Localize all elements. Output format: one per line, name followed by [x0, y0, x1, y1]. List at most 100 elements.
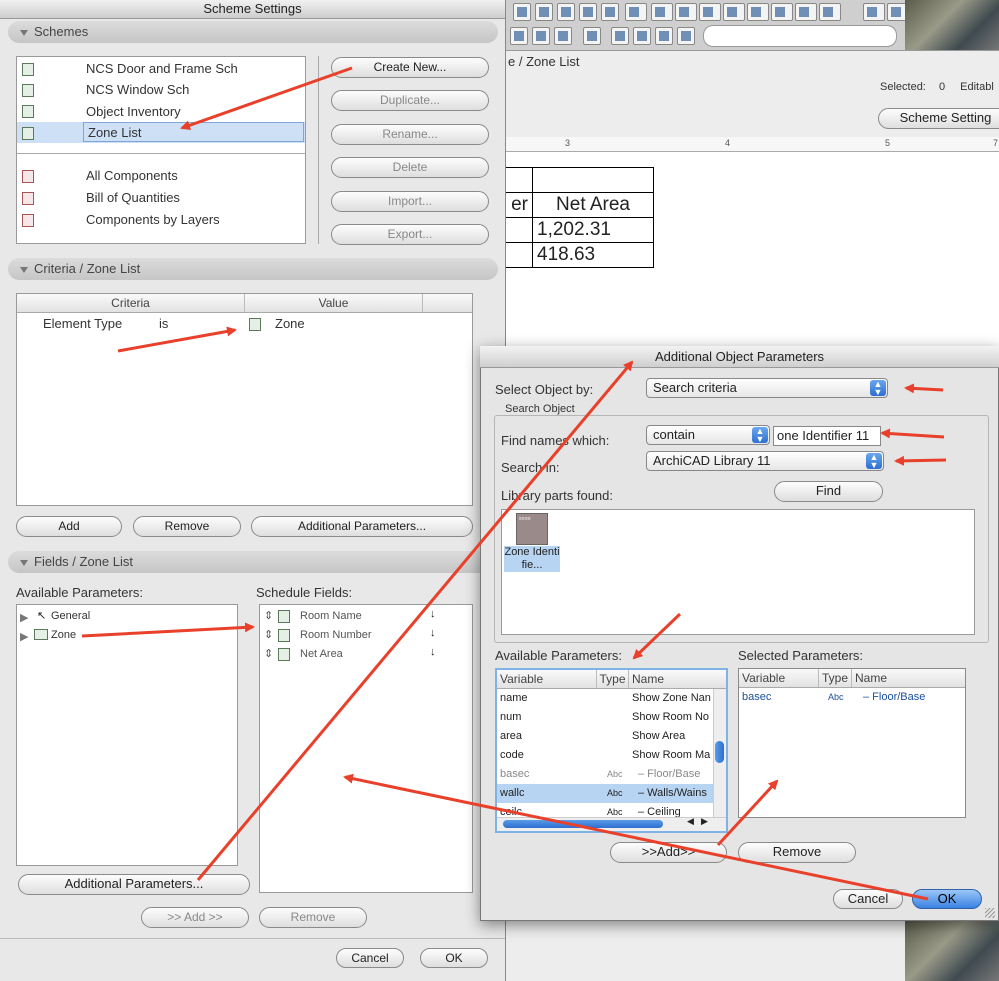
- aop-cancel-button[interactable]: Cancel: [833, 889, 903, 909]
- variable-column-header[interactable]: Variable: [739, 669, 819, 687]
- scroll-thumb[interactable]: [715, 741, 724, 763]
- import-button[interactable]: Import...: [331, 191, 489, 212]
- sort-icon[interactable]: ↓: [430, 608, 436, 620]
- schedule-field[interactable]: Net Area: [300, 644, 343, 664]
- find-mode-popup[interactable]: contain ▲ ▼: [646, 425, 770, 445]
- tool-window-icon[interactable]: [625, 3, 647, 21]
- delete-button[interactable]: Delete: [331, 157, 489, 178]
- tool-render-icon[interactable]: [655, 27, 673, 45]
- tool-stair-icon[interactable]: [601, 3, 619, 21]
- variable-column-header[interactable]: Variable: [497, 670, 597, 688]
- parameter-row[interactable]: area Show Area: [497, 727, 726, 746]
- name-column-header[interactable]: Name: [852, 669, 965, 687]
- scheme-settings-button[interactable]: Scheme Setting: [878, 108, 999, 129]
- criteria-element[interactable]: Element Type: [43, 314, 122, 334]
- tool-photo-icon[interactable]: [633, 27, 651, 45]
- criteria-column-header[interactable]: Criteria: [17, 294, 245, 312]
- schedule-field[interactable]: Room Number: [300, 625, 372, 645]
- criteria-operator[interactable]: is: [159, 314, 168, 334]
- criteria-remove-button[interactable]: Remove: [133, 516, 241, 537]
- scheme-item[interactable]: Object Inventory: [86, 102, 181, 122]
- horizontal-scrollbar[interactable]: ◀ ▶: [497, 816, 726, 831]
- reorder-handle-icon[interactable]: ⇕: [264, 609, 273, 622]
- scheme-item[interactable]: NCS Window Sch: [86, 80, 189, 100]
- criteria-value[interactable]: Zone: [275, 314, 305, 334]
- parameter-row[interactable]: name Show Zone Nan: [497, 689, 726, 708]
- scheme-cancel-button[interactable]: Cancel: [336, 948, 404, 968]
- criteria-additional-parameters-button[interactable]: Additional Parameters...: [251, 516, 473, 537]
- find-button[interactable]: Find: [774, 481, 883, 502]
- parameter-row[interactable]: num Show Room No: [497, 708, 726, 727]
- scroll-thumb[interactable]: [503, 820, 663, 828]
- tool-figure-icon[interactable]: [795, 3, 817, 21]
- duplicate-button[interactable]: Duplicate...: [331, 90, 489, 111]
- tool-slab-icon[interactable]: [557, 3, 575, 21]
- expand-triangle-icon[interactable]: ▶: [20, 611, 28, 624]
- scheme-item[interactable]: NCS Door and Frame Sch: [86, 59, 238, 79]
- zone-identifier-thumbnail-icon[interactable]: ≡≡≡≡: [516, 513, 548, 545]
- tool-paint-icon[interactable]: [583, 27, 601, 45]
- general-group[interactable]: General: [51, 606, 90, 626]
- parameter-row[interactable]: basec Abc – Floor/Base: [497, 765, 726, 784]
- sort-icon[interactable]: ↓: [430, 627, 436, 639]
- fields-remove-button[interactable]: Remove: [259, 907, 367, 928]
- find-name-input[interactable]: one Identifier 11: [773, 426, 881, 446]
- aop-add-button[interactable]: >>Add>>: [610, 842, 727, 863]
- zone-group[interactable]: Zone: [51, 625, 76, 645]
- fields-add-button[interactable]: >> Add >>: [141, 907, 249, 928]
- parameter-row[interactable]: code Show Room Ma: [497, 746, 726, 765]
- tool-roof-icon[interactable]: [675, 3, 697, 21]
- tool-wall-icon[interactable]: [513, 3, 531, 21]
- reorder-handle-icon[interactable]: ⇕: [264, 628, 273, 641]
- fields-additional-parameters-button[interactable]: Additional Parameters...: [18, 874, 250, 895]
- rename-button[interactable]: Rename...: [331, 124, 489, 145]
- tool-column-icon[interactable]: [535, 3, 553, 21]
- schedule-field[interactable]: Room Name: [300, 606, 362, 626]
- search-in-popup[interactable]: ArchiCAD Library 11 ▲ ▼: [646, 451, 884, 471]
- parameter-row-selected[interactable]: wallc Abc – Walls/Wains: [497, 784, 726, 803]
- component-scheme-item[interactable]: Components by Layers: [86, 210, 220, 230]
- value-column-header[interactable]: Value: [245, 294, 423, 312]
- tool-camera-icon[interactable]: [611, 27, 629, 45]
- scroll-right-icon[interactable]: ▶: [701, 816, 708, 827]
- create-new-button[interactable]: Create New...: [331, 57, 489, 78]
- tool-zone-icon[interactable]: [819, 3, 841, 21]
- scroll-left-icon[interactable]: ◀: [687, 816, 694, 827]
- search-field[interactable]: [703, 25, 897, 47]
- tool-arrow-icon[interactable]: [532, 27, 550, 45]
- tool-lamp-icon[interactable]: [510, 27, 528, 45]
- library-part-item[interactable]: Zone Identifie...: [504, 546, 560, 572]
- tool-line-icon[interactable]: [651, 3, 673, 21]
- tool-2d-icon[interactable]: [554, 27, 572, 45]
- tool-mesh-icon[interactable]: [699, 3, 721, 21]
- name-column-header[interactable]: Name: [629, 670, 726, 688]
- scheme-ok-button[interactable]: OK: [420, 948, 488, 968]
- type-column-header[interactable]: Type: [597, 670, 629, 688]
- type-column-header[interactable]: Type: [819, 669, 852, 687]
- tool-beam-icon[interactable]: [579, 3, 597, 21]
- sort-icon[interactable]: ↓: [430, 646, 436, 658]
- reorder-handle-icon[interactable]: ⇕: [264, 647, 273, 660]
- tool-fill-icon[interactable]: [723, 3, 745, 21]
- criteria-add-button[interactable]: Add: [16, 516, 122, 537]
- vertical-scrollbar[interactable]: [713, 689, 726, 817]
- component-scheme-item[interactable]: Bill of Quantities: [86, 188, 180, 208]
- resize-grip-icon[interactable]: [985, 908, 995, 918]
- aop-remove-button[interactable]: Remove: [738, 842, 856, 863]
- selected-parameter-row[interactable]: basec Abc – Floor/Base: [739, 688, 965, 707]
- fields-section-header[interactable]: Fields / Zone List: [8, 551, 498, 573]
- expand-triangle-icon[interactable]: ▶: [20, 630, 28, 643]
- component-scheme-item[interactable]: All Components: [86, 166, 178, 186]
- tool-dimension-icon[interactable]: [863, 3, 885, 21]
- schemes-section-header[interactable]: Schemes: [8, 21, 498, 43]
- available-parameters-list: ▶ ↖ General ▶ Zone: [16, 604, 238, 866]
- tool-hotspot-icon[interactable]: [771, 3, 793, 21]
- select-by-popup[interactable]: Search criteria ▲ ▼: [646, 378, 888, 398]
- aop-ok-button[interactable]: OK: [912, 889, 982, 909]
- tool-circle-icon[interactable]: [747, 3, 769, 21]
- criteria-section-header[interactable]: Criteria / Zone List: [8, 258, 498, 280]
- export-button[interactable]: Export...: [331, 224, 489, 245]
- schemes-list: NCS Door and Frame Sch NCS Window Sch Ob…: [16, 56, 306, 244]
- scheme-item-selected[interactable]: Zone List: [88, 123, 141, 143]
- tool-grid-icon[interactable]: [677, 27, 695, 45]
